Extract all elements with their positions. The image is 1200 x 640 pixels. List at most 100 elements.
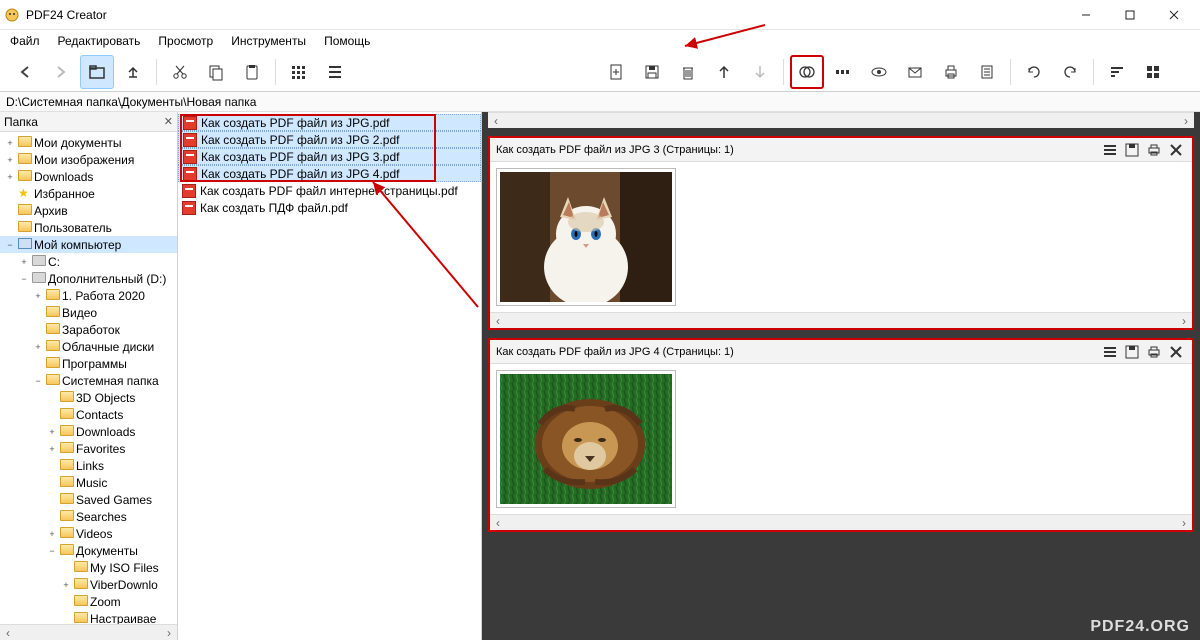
file-list[interactable]: Как создать PDF файл из JPG.pdfКак созда…: [178, 112, 481, 218]
file-item[interactable]: Как создать PDF файл из JPG.pdf: [178, 114, 481, 131]
doc-menu-icon[interactable]: [1100, 342, 1120, 362]
tree-item[interactable]: My ISO Files: [0, 559, 177, 576]
watermark: PDF24.ORG: [1090, 618, 1190, 636]
tree-item[interactable]: −Дополнительный (D:): [0, 270, 177, 287]
doc-print-icon[interactable]: [1144, 140, 1164, 160]
folder-panel-title: Папка: [4, 115, 38, 129]
toolbar: [0, 52, 1200, 92]
tree-item[interactable]: Music: [0, 474, 177, 491]
tree-item[interactable]: Saved Games: [0, 491, 177, 508]
file-item[interactable]: Как создать PDF файл из JPG 2.pdf: [178, 131, 481, 148]
rotate-right-button[interactable]: [1053, 55, 1087, 89]
grid-button[interactable]: [1136, 55, 1170, 89]
move-up-button[interactable]: [707, 55, 741, 89]
folder-panel-header: Папка ✕: [0, 112, 177, 132]
tree-item[interactable]: +C:: [0, 253, 177, 270]
menu-tools[interactable]: Инструменты: [231, 34, 306, 48]
list-view-button[interactable]: [282, 55, 316, 89]
fax-button[interactable]: [970, 55, 1004, 89]
doc-close-icon[interactable]: [1166, 140, 1186, 160]
doc-scrollbar-2[interactable]: ‹›: [490, 514, 1192, 530]
save-button[interactable]: [635, 55, 669, 89]
tree-item[interactable]: +1. Работа 2020: [0, 287, 177, 304]
page-thumbnail[interactable]: [496, 168, 676, 306]
tree-item[interactable]: +ViberDownlo: [0, 576, 177, 593]
tree-item[interactable]: −Документы: [0, 542, 177, 559]
doc-save-icon[interactable]: [1122, 140, 1142, 160]
new-doc-button[interactable]: [599, 55, 633, 89]
up-folder-button[interactable]: [116, 55, 150, 89]
doc-save-icon[interactable]: [1122, 342, 1142, 362]
preview-button[interactable]: [862, 55, 896, 89]
back-button[interactable]: [8, 55, 42, 89]
doc-scrollbar-top[interactable]: ‹›: [488, 112, 1194, 128]
doc-menu-icon[interactable]: [1100, 140, 1120, 160]
rotate-left-button[interactable]: [1017, 55, 1051, 89]
print-button[interactable]: [934, 55, 968, 89]
tree-item[interactable]: Links: [0, 457, 177, 474]
doc-header-1: Как создать PDF файл из JPG 3 (Страницы:…: [490, 138, 1192, 162]
doc-section-1[interactable]: Как создать PDF файл из JPG 3 (Страницы:…: [488, 136, 1194, 330]
delete-button[interactable]: [671, 55, 705, 89]
tree-scrollbar[interactable]: ‹›: [0, 624, 177, 640]
menubar: Файл Редактировать Просмотр Инструменты …: [0, 30, 1200, 52]
tree-item[interactable]: Searches: [0, 508, 177, 525]
titlebar: PDF24 Creator: [0, 0, 1200, 30]
tree-item[interactable]: Видео: [0, 304, 177, 321]
maximize-button[interactable]: [1108, 1, 1152, 29]
doc-title-2: Как создать PDF файл из JPG 4 (Страницы:…: [496, 346, 1098, 358]
tree-item[interactable]: Настраивае: [0, 610, 177, 624]
file-item[interactable]: Как создать ПДФ файл.pdf: [178, 199, 481, 216]
path-text: D:\Системная папка\Документы\Новая папка: [6, 95, 256, 109]
doc-close-icon[interactable]: [1166, 342, 1186, 362]
forward-button[interactable]: [44, 55, 78, 89]
paste-button[interactable]: [235, 55, 269, 89]
explorer-button[interactable]: [80, 55, 114, 89]
minimize-button[interactable]: [1064, 1, 1108, 29]
tree-item[interactable]: +Videos: [0, 525, 177, 542]
merge-button[interactable]: [790, 55, 824, 89]
menu-help[interactable]: Помощь: [324, 34, 370, 48]
menu-file[interactable]: Файл: [10, 34, 40, 48]
tree-item[interactable]: +Мои изображения: [0, 151, 177, 168]
detail-view-button[interactable]: [318, 55, 352, 89]
tree-item[interactable]: −Мой компьютер: [0, 236, 177, 253]
folder-tree-panel: Папка ✕ +Мои документы+Мои изображения+D…: [0, 112, 178, 640]
tree-item[interactable]: Архив: [0, 202, 177, 219]
split-button[interactable]: [826, 55, 860, 89]
sort-button[interactable]: [1100, 55, 1134, 89]
tree-item[interactable]: Zoom: [0, 593, 177, 610]
cut-button[interactable]: [163, 55, 197, 89]
tree-item[interactable]: Программы: [0, 355, 177, 372]
move-down-button[interactable]: [743, 55, 777, 89]
tree-item[interactable]: −Системная папка: [0, 372, 177, 389]
menu-view[interactable]: Просмотр: [158, 34, 213, 48]
tree-item[interactable]: Contacts: [0, 406, 177, 423]
app-icon: [4, 7, 20, 23]
file-item[interactable]: Как создать PDF файл из JPG 4.pdf: [178, 165, 481, 182]
pathbar: D:\Системная папка\Документы\Новая папка: [0, 92, 1200, 112]
panel-close-icon[interactable]: ✕: [164, 115, 173, 128]
preview-panel: ‹› Как создать PDF файл из JPG 3 (Страни…: [482, 112, 1200, 640]
doc-print-icon[interactable]: [1144, 342, 1164, 362]
tree-item[interactable]: +Downloads: [0, 168, 177, 185]
menu-edit[interactable]: Редактировать: [58, 34, 141, 48]
close-button[interactable]: [1152, 1, 1196, 29]
file-item[interactable]: Как создать PDF файл из JPG 3.pdf: [178, 148, 481, 165]
folder-tree[interactable]: +Мои документы+Мои изображения+Downloads…: [0, 132, 177, 624]
tree-item[interactable]: 3D Objects: [0, 389, 177, 406]
copy-button[interactable]: [199, 55, 233, 89]
doc-title-1: Как создать PDF файл из JPG 3 (Страницы:…: [496, 144, 1098, 156]
page-thumbnail[interactable]: [496, 370, 676, 508]
file-item[interactable]: Как создать PDF файл интернет-страницы.p…: [178, 182, 481, 199]
tree-item[interactable]: +Облачные диски: [0, 338, 177, 355]
tree-item[interactable]: +Мои документы: [0, 134, 177, 151]
tree-item[interactable]: +Downloads: [0, 423, 177, 440]
tree-item[interactable]: +Favorites: [0, 440, 177, 457]
tree-item[interactable]: Пользователь: [0, 219, 177, 236]
tree-item[interactable]: Заработок: [0, 321, 177, 338]
tree-item[interactable]: ★Избранное: [0, 185, 177, 202]
doc-scrollbar-1[interactable]: ‹›: [490, 312, 1192, 328]
doc-section-2[interactable]: Как создать PDF файл из JPG 4 (Страницы:…: [488, 338, 1194, 532]
email-button[interactable]: [898, 55, 932, 89]
